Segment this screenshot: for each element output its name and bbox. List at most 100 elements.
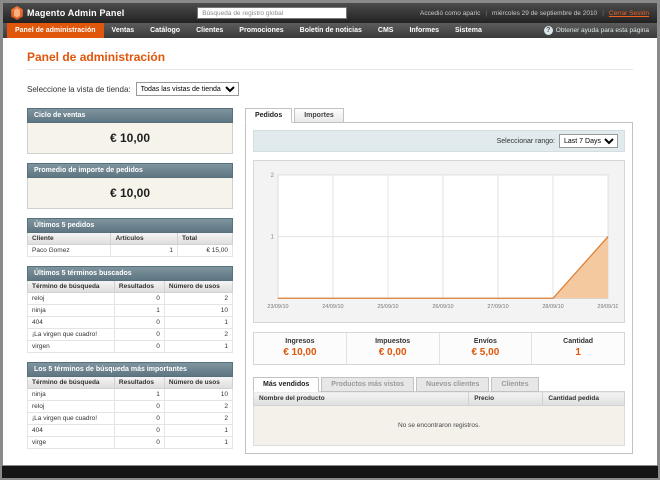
stat-value: € 10,00: [283, 347, 317, 359]
table-cell: 1: [163, 436, 234, 449]
svg-text:27/09/10: 27/09/10: [487, 304, 508, 310]
bottom-bar: [2, 466, 658, 478]
global-search-input[interactable]: [197, 7, 348, 19]
main-nav: Panel de administración Ventas Catálogo …: [3, 23, 657, 38]
column-header: Número de usos: [163, 377, 234, 389]
column-header: Término de búsqueda: [27, 377, 115, 389]
table-header-row: Término de búsqueda Resultados Número de…: [27, 281, 234, 293]
panel-top-search-terms: Los 5 términos de búsqueda más important…: [27, 362, 234, 449]
table-cell: reloj: [27, 292, 115, 305]
svg-text:1: 1: [271, 235, 275, 241]
range-label: Seleccionar rango:: [496, 137, 555, 145]
tab-importes[interactable]: Importes: [294, 108, 344, 123]
separator: |: [485, 9, 488, 17]
nav-item-informes[interactable]: Informes: [401, 23, 447, 38]
panel-title: Ciclo de ventas: [27, 108, 233, 123]
column-header: Cliente: [26, 233, 112, 245]
column-header: Término de búsqueda: [27, 281, 115, 293]
diagram-tabs: Pedidos Importes: [245, 108, 633, 123]
nav-item-promociones[interactable]: Promociones: [231, 23, 291, 38]
average-orders-value: € 10,00: [27, 178, 233, 209]
table-row[interactable]: ninja 1 10: [27, 388, 234, 401]
nav-item-boletin-noticias[interactable]: Boletín de noticias: [292, 23, 370, 38]
stat-ingresos: Ingresos € 10,00: [254, 333, 346, 364]
column-header: Cantidad pedida: [542, 391, 625, 407]
svg-text:25/09/10: 25/09/10: [377, 304, 398, 310]
table-cell: 2: [163, 328, 234, 341]
stat-cantidad: Cantidad 1: [531, 333, 624, 365]
table-cell: 404: [27, 316, 115, 329]
table-header-row: Cliente Artículos Total: [26, 233, 233, 245]
table-cell: 1: [163, 424, 234, 437]
table-row[interactable]: 404 0 1: [27, 316, 234, 329]
tab-productos-mas-vistos[interactable]: Productos más vistos: [321, 377, 415, 393]
table-cell: 10: [163, 388, 234, 401]
store-view-select[interactable]: Todas las vistas de tienda: [135, 82, 239, 96]
table-cell: virgen: [27, 340, 115, 353]
table-row[interactable]: reloj 0 2: [27, 292, 234, 305]
nav-item-ventas[interactable]: Ventas: [104, 23, 143, 38]
table-cell: 2: [163, 412, 234, 425]
help-icon: ?: [543, 26, 553, 35]
table-cell: Paco Gomez: [26, 244, 112, 257]
table-cell: 0: [113, 424, 165, 437]
logo-text: Magento Admin Panel: [27, 8, 125, 18]
nav-item-catalogo[interactable]: Catálogo: [142, 23, 188, 38]
nav-item-cms[interactable]: CMS: [370, 23, 402, 38]
table-row[interactable]: virge 0 1: [27, 436, 234, 449]
empty-row: No se encontraron registros.: [253, 405, 625, 447]
orders-chart-svg: 23/09/10 24/09/10 25/09/10 26/09/10 27/09/10…: [267, 173, 618, 310]
panel-average-orders: Promedio de importe de pedidos € 10,00: [27, 163, 233, 209]
logout-link[interactable]: Cerrar Sesión: [609, 10, 649, 17]
table-row[interactable]: Paco Gomez 1 € 15,00: [26, 244, 233, 257]
table-header-row: Término de búsqueda Resultados Número de…: [27, 377, 234, 389]
table-header-row: Nombre del producto Precio Cantidad pedi…: [252, 391, 625, 407]
column-header: Resultados: [113, 377, 165, 389]
top-header: Magento Admin Panel Accedió como aparic …: [3, 3, 657, 23]
panel-title: Últimos 5 términos buscados: [27, 266, 233, 281]
tab-mas-vendidos[interactable]: Más vendidos: [253, 377, 320, 393]
tab-nuevos-clientes[interactable]: Nuevos clientes: [416, 377, 490, 393]
range-bar: Seleccionar rango: Last 7 Days: [253, 130, 625, 152]
table-row[interactable]: ¡La virgen que cuadro! 0 2: [27, 412, 234, 425]
table-cell: 404: [27, 424, 115, 437]
svg-text:26/09/10: 26/09/10: [432, 304, 453, 310]
nav-item-panel-administracion[interactable]: Panel de administración: [7, 23, 104, 38]
table-cell: 0: [113, 340, 165, 353]
totals-bar: Ingresos € 10,00 Impuestos € 0,00 Envíos…: [253, 332, 625, 366]
table-row[interactable]: reloj 0 2: [27, 400, 234, 413]
svg-text:29/09/10: 29/09/10: [597, 304, 618, 310]
nav-item-sistema[interactable]: Sistema: [447, 23, 490, 38]
page-help-link[interactable]: ? Obtener ayuda para esta página: [543, 23, 653, 38]
table-cell: 2: [163, 400, 234, 413]
panel-title: Últimos 5 pedidos: [27, 218, 233, 233]
table-row[interactable]: virgen 0 1: [27, 340, 234, 353]
tab-clientes[interactable]: Clientes: [491, 377, 539, 393]
table-cell: 10: [163, 304, 234, 317]
range-select[interactable]: Last 7 Days: [559, 134, 618, 148]
column-header: Artículos: [110, 233, 179, 245]
dashboard-content: Panel de administración Seleccione la vi…: [3, 38, 657, 458]
stat-value: 1: [575, 347, 581, 359]
table-row[interactable]: ninja 1 10: [27, 304, 234, 317]
table-row[interactable]: 404 0 1: [27, 424, 234, 437]
column-header: Total: [177, 233, 233, 245]
column-header: Número de usos: [163, 281, 234, 293]
logged-in-as-text: Accedió como aparic: [419, 9, 481, 17]
svg-text:24/09/10: 24/09/10: [322, 304, 343, 310]
tab-pedidos[interactable]: Pedidos: [245, 108, 293, 123]
table-cell: ninja: [27, 388, 115, 401]
nav-item-clientes[interactable]: Clientes: [188, 23, 231, 38]
column-header: Resultados: [113, 281, 165, 293]
dashboard-main: Pedidos Importes Seleccionar rango: Last…: [245, 108, 633, 455]
grid-tabs: Más vendidos Productos más vistos Nuevos…: [253, 377, 625, 393]
stat-value: € 0,00: [378, 347, 407, 359]
admin-page: Magento Admin Panel Accedió como aparic …: [3, 3, 657, 465]
table-cell: ¡La virgen que cuadro!: [27, 412, 115, 425]
table-row[interactable]: ¡La virgen que cuadro! 0 2: [27, 328, 234, 341]
table-cell: 0: [113, 316, 165, 329]
svg-text:23/09/10: 23/09/10: [267, 304, 288, 310]
magento-logo: Magento Admin Panel: [11, 6, 124, 20]
current-date-text: miércoles 29 de septiembre de 2010: [492, 9, 598, 17]
stat-label: Ingresos: [285, 338, 315, 346]
